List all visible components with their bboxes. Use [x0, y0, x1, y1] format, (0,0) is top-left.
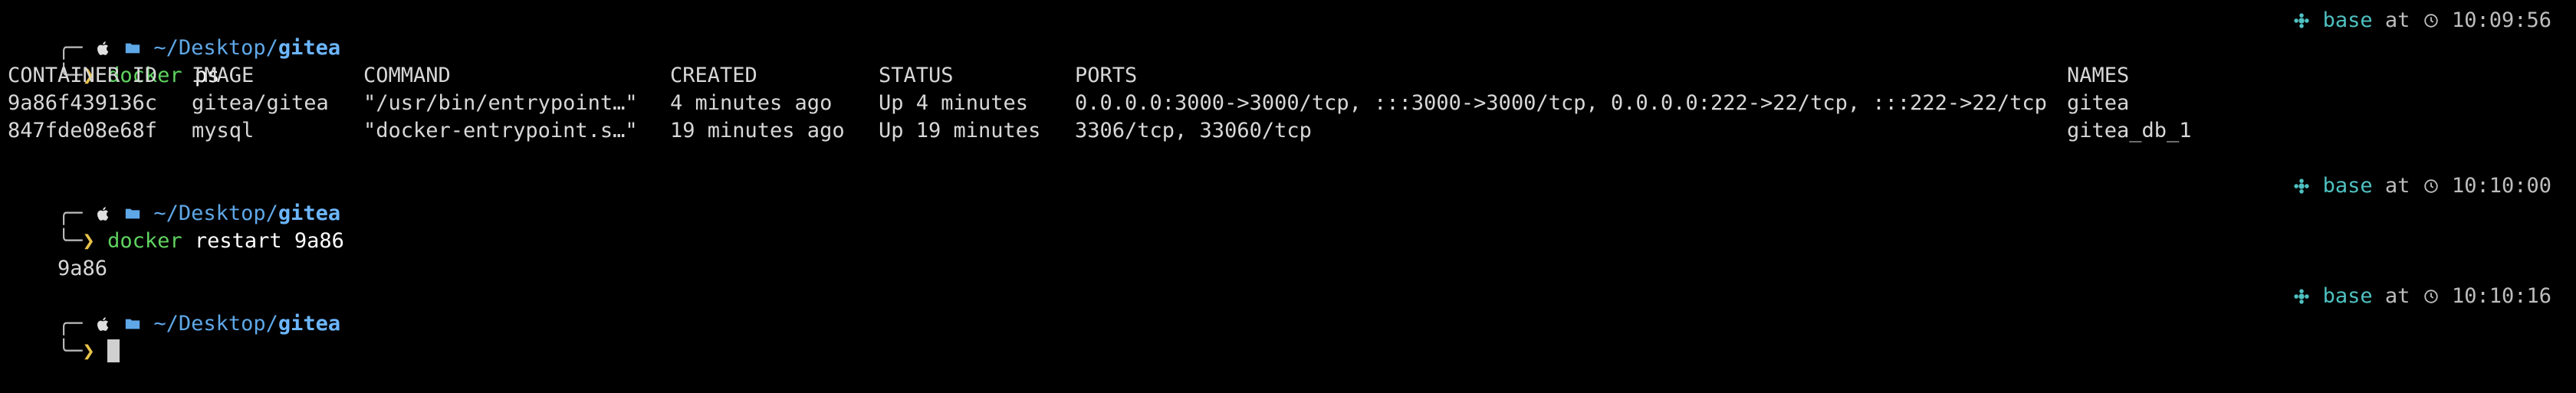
at-word: at: [2384, 174, 2410, 198]
header-names: NAMES: [2067, 64, 2130, 87]
cell-ports: 0.0.0.0:3000->3000/tcp, :::3000->3000/tc…: [1075, 91, 2047, 115]
prompt-line-1: ╭─ ~/Desktop/gitea base at 10:09:56: [8, 7, 2564, 60]
cell-status: Up 19 minutes: [879, 119, 1041, 142]
header-command: COMMAND: [363, 64, 451, 87]
cell-created: 19 minutes ago: [670, 119, 845, 142]
cell-status: Up 4 minutes: [879, 91, 1029, 115]
prompt-right-1: base at 10:09:56: [2293, 7, 2551, 34]
cell-names: gitea: [2067, 91, 2130, 115]
prompt-time: 10:10:00: [2451, 174, 2551, 198]
conda-env-icon: [2294, 13, 2309, 28]
env-name: base: [2322, 8, 2373, 32]
cell-names: gitea_db_1: [2067, 119, 2192, 142]
cell-command: "/usr/bin/entrypoint…": [363, 91, 638, 115]
env-name: base: [2322, 174, 2373, 198]
at-word: at: [2384, 284, 2410, 308]
prompt-corner: ╰─: [58, 339, 83, 363]
header-image: IMAGE: [192, 64, 255, 87]
prompt-right-2: base at 10:10:00: [2293, 172, 2551, 200]
prompt-time: 10:10:16: [2451, 284, 2551, 308]
header-created: CREATED: [670, 64, 757, 87]
cell-image: mysql: [192, 119, 255, 142]
prompt-line-2: ╭─ ~/Desktop/gitea base at 10:10:00: [8, 172, 2564, 225]
clock-icon: [2423, 290, 2438, 303]
command-line-1: ╰─❯ docker ps: [8, 34, 2564, 87]
env-name: base: [2322, 284, 2373, 308]
cell-ports: 3306/tcp, 33060/tcp: [1075, 119, 1312, 142]
ps-table-header: CONTAINER ID IMAGE COMMAND CREATED STATU…: [8, 62, 2564, 90]
restart-output: 9a86: [58, 257, 108, 280]
header-ports: PORTS: [1075, 64, 1138, 87]
clock-icon: [2423, 14, 2438, 28]
prompt-arrow: ❯: [82, 339, 108, 363]
at-word: at: [2384, 8, 2410, 32]
cell-command: "docker-entrypoint.s…": [363, 119, 638, 142]
header-status: STATUS: [879, 64, 954, 87]
command-line-3[interactable]: ╰─❯: [8, 310, 2564, 363]
table-row: 847fde08e68f mysql "docker-entrypoint.s……: [8, 117, 2564, 145]
prompt-line-3: ╭─ ~/Desktop/gitea base at 10:10:16: [8, 283, 2564, 336]
clock-icon: [2423, 179, 2438, 193]
command-output: 9a86: [8, 228, 2564, 280]
cell-created: 4 minutes ago: [670, 91, 833, 115]
conda-env-icon: [2294, 289, 2309, 304]
terminal-cursor[interactable]: [107, 339, 120, 362]
cell-image: gitea/gitea: [192, 91, 329, 115]
prompt-time: 10:09:56: [2451, 8, 2551, 32]
cell-container-id: 847fde08e68f: [8, 119, 158, 142]
cell-container-id: 9a86f439136c: [8, 91, 158, 115]
command-line-2: ╰─❯ docker restart 9a86: [8, 200, 2564, 253]
terminal-window[interactable]: ╭─ ~/Desktop/gitea base at 10:09:56 ╰─❯ …: [0, 0, 2576, 363]
header-container-id: CONTAINER ID: [8, 64, 158, 87]
conda-env-icon: [2294, 178, 2309, 194]
table-row: 9a86f439136c gitea/gitea "/usr/bin/entry…: [8, 90, 2564, 117]
prompt-right-3: base at 10:10:16: [2293, 283, 2551, 310]
